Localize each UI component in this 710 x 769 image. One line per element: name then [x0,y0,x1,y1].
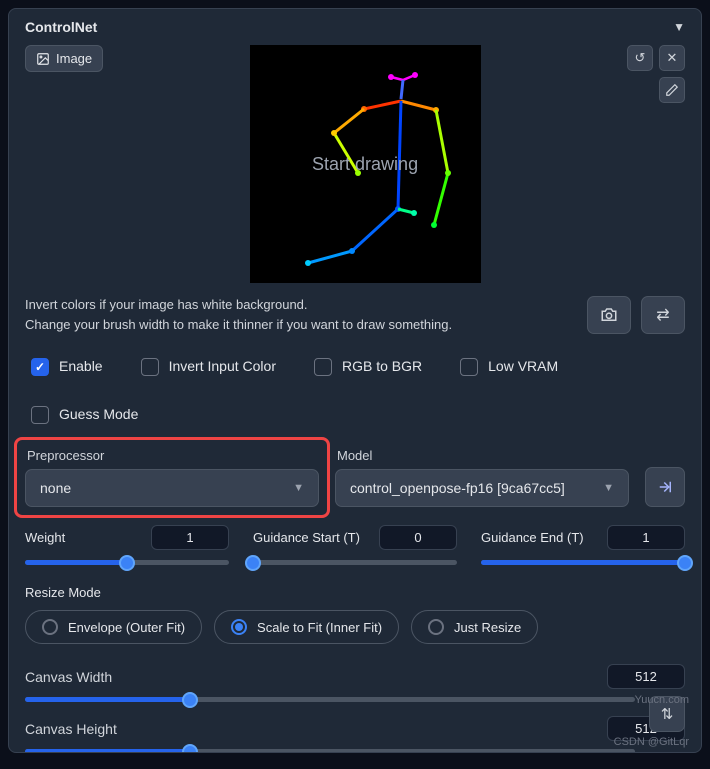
model-select[interactable]: control_openpose-fp16 [9ca67cc5] ▼ [335,469,629,507]
options-checkboxes: ✓Enable Invert Input Color RGB to BGR Lo… [25,358,685,424]
clear-button[interactable]: ✕ [659,45,685,71]
weight-label: Weight [25,530,65,545]
guess-checkbox[interactable]: Guess Mode [31,406,138,424]
resize-mode-label: Resize Mode [25,585,685,600]
panel-title: ControlNet [25,19,97,35]
run-icon [656,478,674,496]
checkbox-icon [141,358,159,376]
resize-envelope-radio[interactable]: Envelope (Outer Fit) [25,610,202,644]
checkbox-icon [31,406,49,424]
collapse-caret-icon[interactable]: ▼ [673,20,685,34]
chevron-down-icon: ▼ [603,482,614,494]
chevron-down-icon: ▼ [293,482,304,494]
canvas-width-label: Canvas Width [25,669,112,685]
drawing-canvas[interactable]: Start drawing [250,45,481,283]
preprocessor-label: Preprocessor [25,448,319,463]
preprocessor-field-highlighted: Preprocessor none ▼ [14,437,330,518]
controlnet-panel: ControlNet ▼ Image [8,8,702,753]
image-tab-label: Image [56,51,92,66]
image-icon [36,52,50,66]
undo-icon: ↺ [635,50,646,66]
canvas-height-slider[interactable] [25,749,635,753]
gend-slider[interactable] [481,560,685,565]
checkbox-icon [314,358,332,376]
radio-icon [428,619,444,635]
canvas-width-value[interactable]: 512 [607,664,685,689]
model-field: Model control_openpose-fp16 [9ca67cc5] ▼ [335,448,629,507]
gstart-value[interactable]: 0 [379,525,457,550]
weight-slider[interactable] [25,560,229,565]
resize-scale-radio[interactable]: Scale to Fit (Inner Fit) [214,610,399,644]
swap-vertical-icon: ⇅ [661,705,674,723]
weight-value[interactable]: 1 [151,525,229,550]
swap-horizontal-button[interactable]: ⇄ [641,296,685,334]
gstart-label: Guidance Start (T) [253,530,360,545]
canvas-width-slider[interactable] [25,697,635,702]
panel-header[interactable]: ControlNet ▼ [9,9,701,45]
gstart-slider[interactable] [253,560,457,565]
close-icon: ✕ [667,50,678,66]
brush-button[interactable] [659,77,685,103]
hint-text: Invert colors if your image has white ba… [25,295,577,334]
model-label: Model [335,448,629,463]
invert-checkbox[interactable]: Invert Input Color [141,358,276,376]
gend-value[interactable]: 1 [607,525,685,550]
resize-just-radio[interactable]: Just Resize [411,610,538,644]
radio-icon [42,619,58,635]
swap-icon: ⇄ [656,305,669,325]
rgb-bgr-checkbox[interactable]: RGB to BGR [314,358,422,376]
enable-checkbox[interactable]: ✓Enable [31,358,103,376]
checkbox-icon [460,358,478,376]
pen-icon [665,83,679,97]
undo-button[interactable]: ↺ [627,45,653,71]
run-preprocessor-button[interactable] [645,467,685,507]
preprocessor-select[interactable]: none ▼ [25,469,319,507]
camera-button[interactable] [587,296,631,334]
checkbox-checked-icon: ✓ [31,358,49,376]
lowvram-checkbox[interactable]: Low VRAM [460,358,558,376]
canvas-placeholder-text: Start drawing [312,154,418,175]
gend-label: Guidance End (T) [481,530,584,545]
camera-icon [600,306,618,324]
radio-selected-icon [231,619,247,635]
watermark-credit: CSDN @GitLqr [614,736,689,748]
watermark-site: Yuucn.com [635,694,689,706]
canvas-height-label: Canvas Height [25,721,117,737]
image-tab-button[interactable]: Image [25,45,103,72]
